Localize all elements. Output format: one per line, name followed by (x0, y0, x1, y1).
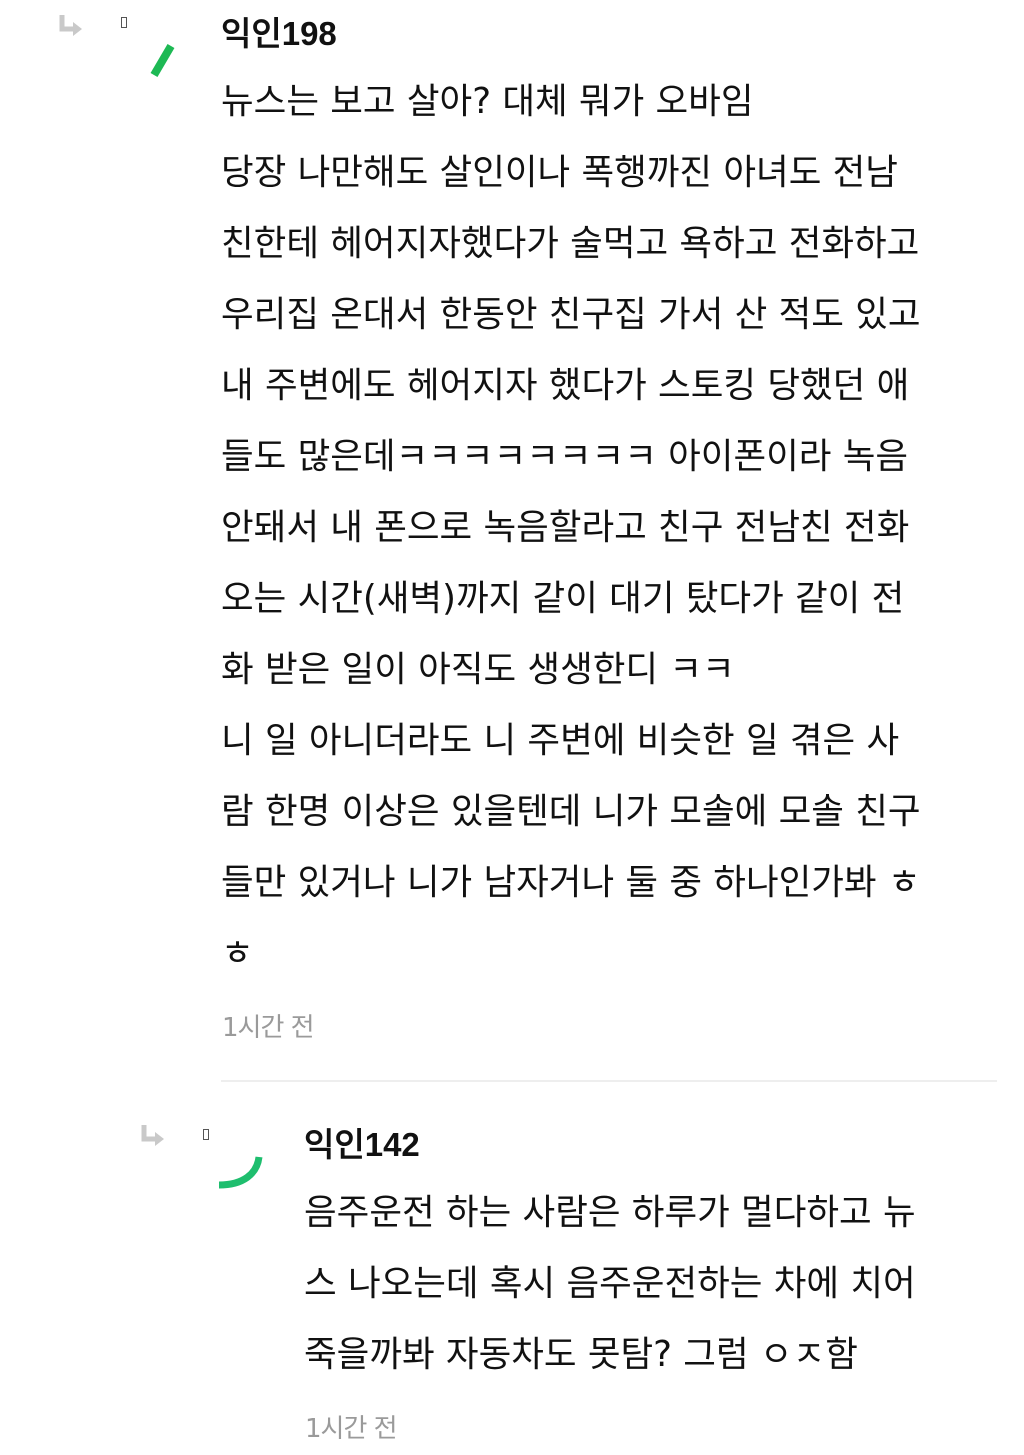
comment-line: 람 한명 이상은 있을텐데 니가 모솔에 모솔 친구 (221, 791, 921, 832)
comment-line: 화 받은 일이 아직도 생생한디 ㅋㅋ (221, 649, 735, 690)
comment-line: 내 주변에도 헤어지자 했다가 스토킹 당했던 애 (221, 365, 910, 406)
small-box-icon (203, 1129, 209, 1140)
avatar-mark (213, 1152, 267, 1196)
comment-line: 친한테 헤어지자했다가 술먹고 욕하고 전화하고 (221, 223, 920, 264)
comment-body: 뉴스는 보고 살아? 대체 뭐가 오바임 당장 나만해도 살인이나 폭행까진 아… (221, 66, 921, 989)
comment-line: 스 나오는데 혹시 음주운전하는 차에 치어 (304, 1263, 916, 1304)
comment-body: 음주운전 하는 사람은 하루가 멀다하고 뉴 스 나오는데 혹시 음주운전하는 … (304, 1177, 916, 1390)
reply-arrow-icon[interactable] (57, 12, 87, 42)
comment-line: 들만 있거나 니가 남자거나 둘 중 하나인가봐 ㅎ (221, 862, 921, 903)
avatar-mark (146, 42, 176, 84)
comment-line: 들도 많은데ㅋㅋㅋㅋㅋㅋㅋㅋ 아이폰이라 녹음 (221, 436, 909, 477)
comment-line: 뉴스는 보고 살아? 대체 뭐가 오바임 (221, 81, 754, 122)
comment-line: 음주운전 하는 사람은 하루가 멀다하고 뉴 (304, 1192, 916, 1233)
comment-line: 죽을까봐 자동차도 못탐? 그럼 ㅇㅈ함 (304, 1334, 858, 1375)
comment-line: 안돼서 내 폰으로 녹음할라고 친구 전남친 전화 (221, 507, 910, 548)
small-box-icon (121, 17, 127, 28)
reply-arrow-icon[interactable] (139, 1122, 169, 1152)
comment-line: ㅎ (221, 933, 254, 974)
comment-timestamp: 1시간 전 (222, 1013, 315, 1043)
comment-timestamp: 1시간 전 (305, 1414, 398, 1444)
comment-line: 니 일 아니더라도 니 주변에 비슷한 일 겪은 사 (221, 720, 900, 761)
comment-line: 당장 나만해도 살인이나 폭행까진 아녀도 전남 (221, 152, 898, 193)
divider (221, 1080, 997, 1082)
comment-author: 익인198 (221, 15, 337, 52)
comment-author: 익인142 (304, 1126, 420, 1163)
comment-line: 우리집 온대서 한동안 친구집 가서 산 적도 있고 (221, 294, 921, 335)
comment-line: 오는 시간(새벽)까지 같이 대기 탔다가 같이 전 (221, 578, 905, 619)
